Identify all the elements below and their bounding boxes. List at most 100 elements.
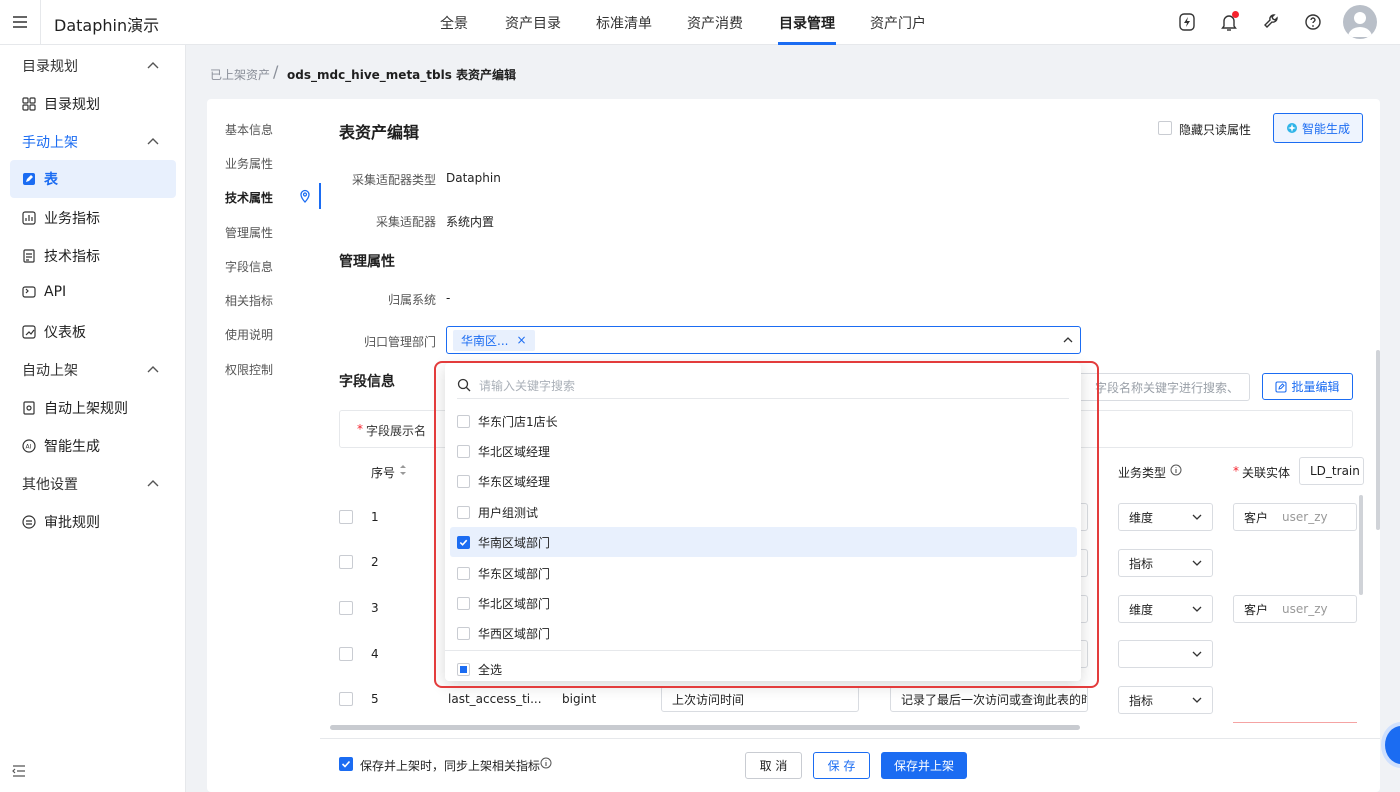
breadcrumb-separator: / bbox=[273, 62, 279, 81]
sidebar-group-auto-publish[interactable]: 自动上架 bbox=[22, 360, 78, 380]
required-mark: * bbox=[357, 422, 363, 436]
help-icon[interactable] bbox=[1304, 12, 1322, 32]
sparkle-icon bbox=[1286, 123, 1297, 133]
nav-tab-asset-portal[interactable]: 资产门户 bbox=[870, 13, 926, 33]
biz-type-select[interactable]: 指标 bbox=[1118, 686, 1213, 714]
vertical-scrollbar[interactable] bbox=[1376, 350, 1380, 530]
chevron-down-icon bbox=[1192, 651, 1202, 657]
row-seq: 5 bbox=[371, 692, 379, 706]
svg-text:AI: AI bbox=[26, 444, 32, 451]
field-desc-input[interactable]: 记录了最后一次访问或查询此表的时 bbox=[890, 686, 1088, 712]
row-seq: 2 bbox=[371, 555, 379, 569]
nav-tab-overview[interactable]: 全景 bbox=[440, 13, 468, 33]
sidebar-item-label: 业务指标 bbox=[44, 211, 100, 227]
nav-tab-standard-list[interactable]: 标准清单 bbox=[596, 13, 652, 33]
table-edit-icon bbox=[23, 173, 35, 185]
nav-tab-asset-consumption[interactable]: 资产消费 bbox=[687, 13, 743, 33]
entity-select[interactable]: LD_train bbox=[1299, 457, 1364, 485]
sidebar-item-label: 智能生成 bbox=[44, 439, 100, 455]
horizontal-scrollbar[interactable] bbox=[330, 725, 1080, 730]
cancel-button[interactable]: 取 消 bbox=[745, 752, 802, 779]
sidebar-item-catalog-planning[interactable]: 目录规划 bbox=[22, 94, 100, 114]
system-value: - bbox=[446, 291, 451, 305]
menu-icon[interactable] bbox=[12, 14, 28, 30]
ai-icon: AI bbox=[22, 439, 36, 453]
adapter-type-label: 采集适配器类型 bbox=[351, 173, 436, 187]
row-checkbox[interactable] bbox=[339, 510, 353, 524]
table-vertical-scrollbar[interactable] bbox=[1359, 495, 1363, 595]
sidebar-item-auto-publish-rule[interactable]: 自动上架规则 bbox=[22, 398, 128, 418]
sidebar-item-smart-generate[interactable]: AI 智能生成 bbox=[22, 436, 100, 456]
tech-metric-icon bbox=[23, 249, 35, 263]
anchor-mgmt-attr[interactable]: 管理属性 bbox=[225, 224, 273, 241]
user-avatar[interactable] bbox=[1343, 5, 1377, 39]
sidebar-item-label: API bbox=[44, 284, 67, 300]
sort-icon[interactable] bbox=[399, 463, 407, 477]
entity-cell[interactable]: 客户 user_zy bbox=[1233, 595, 1357, 623]
sync-metrics-label: 保存并上架时，同步上架相关指标 bbox=[360, 759, 541, 773]
sidebar-group-manual-publish[interactable]: 手动上架 bbox=[22, 132, 78, 152]
anchor-related-metrics[interactable]: 相关指标 bbox=[225, 292, 273, 309]
smart-generate-button[interactable]: 智能生成 bbox=[1273, 113, 1363, 143]
biz-type-select[interactable]: 维度 bbox=[1118, 595, 1213, 623]
sidebar-item-table[interactable]: 表 bbox=[10, 160, 176, 198]
sidebar-item-approval-rule[interactable]: 审批规则 bbox=[22, 512, 100, 532]
biz-type-select[interactable]: 维度 bbox=[1118, 503, 1213, 531]
assistant-float-icon[interactable] bbox=[1381, 722, 1400, 768]
app-name: Dataphin演示 bbox=[54, 16, 160, 35]
sidebar bbox=[0, 45, 186, 792]
batch-edit-label: 批量编辑 bbox=[1291, 380, 1340, 394]
sync-metrics-checkbox[interactable] bbox=[339, 757, 353, 771]
chevron-up-icon[interactable] bbox=[146, 364, 160, 374]
anchor-usage-notes[interactable]: 使用说明 bbox=[225, 326, 273, 343]
field-display-input[interactable]: 上次访问时间 bbox=[661, 686, 859, 712]
lightning-icon[interactable] bbox=[1178, 12, 1196, 32]
save-button[interactable]: 保 存 bbox=[813, 752, 870, 779]
chevron-down-icon bbox=[1192, 697, 1202, 703]
biz-type-select[interactable] bbox=[1118, 640, 1213, 668]
chevron-up-icon[interactable] bbox=[146, 136, 160, 146]
entity-tag: 客户 bbox=[1244, 510, 1269, 525]
row-checkbox[interactable] bbox=[339, 601, 353, 615]
save-publish-button[interactable]: 保存并上架 bbox=[881, 752, 967, 779]
anchor-permission[interactable]: 权限控制 bbox=[225, 361, 273, 378]
wrench-icon[interactable] bbox=[1262, 12, 1280, 32]
sidebar-item-label: 表 bbox=[44, 172, 58, 188]
anchor-business-attr[interactable]: 业务属性 bbox=[225, 155, 273, 172]
anchor-tech-attr[interactable]: 技术属性 bbox=[225, 189, 273, 206]
tag-close-icon[interactable]: × bbox=[516, 333, 526, 347]
anchor-field-info[interactable]: 字段信息 bbox=[225, 258, 273, 275]
sidebar-group-catalog-planning[interactable]: 目录规划 bbox=[22, 56, 78, 76]
sidebar-item-dashboard[interactable]: 仪表板 bbox=[22, 322, 86, 342]
notification-dot bbox=[1232, 11, 1239, 18]
sidebar-item-tech-metric[interactable]: 技术指标 bbox=[22, 246, 100, 266]
dept-multiselect[interactable]: 华南区... × bbox=[446, 326, 1081, 354]
sidebar-group-other-settings[interactable]: 其他设置 bbox=[22, 474, 78, 494]
nav-tab-asset-catalog[interactable]: 资产目录 bbox=[505, 13, 561, 33]
entity-cell[interactable]: 客户 user_zy bbox=[1233, 503, 1357, 531]
sidebar-item-label: 审批规则 bbox=[44, 515, 100, 531]
chevron-up-icon[interactable] bbox=[146, 60, 160, 70]
collapse-sidebar-icon[interactable] bbox=[12, 764, 26, 778]
col-biz-type: 业务类型 bbox=[1118, 466, 1167, 480]
chevron-up-icon bbox=[1063, 337, 1073, 343]
col-seq: 序号 bbox=[371, 466, 396, 480]
anchor-basic-info[interactable]: 基本信息 bbox=[225, 121, 273, 138]
batch-edit-button[interactable]: 批量编辑 bbox=[1262, 373, 1353, 400]
chevron-up-icon[interactable] bbox=[146, 478, 160, 488]
hide-readonly-checkbox[interactable] bbox=[1158, 121, 1172, 135]
row-checkbox[interactable] bbox=[339, 692, 353, 706]
breadcrumb-current: ods_mdc_hive_meta_tbls 表资产编辑 bbox=[287, 68, 517, 82]
row-checkbox[interactable] bbox=[339, 647, 353, 661]
biz-type-select[interactable]: 指标 bbox=[1118, 549, 1213, 577]
breadcrumb-parent[interactable]: 已上架资产 bbox=[210, 66, 270, 83]
nav-tab-catalog-management[interactable]: 目录管理 bbox=[779, 13, 835, 33]
grid-icon bbox=[22, 97, 36, 111]
row-checkbox[interactable] bbox=[339, 555, 353, 569]
sidebar-item-business-metric[interactable]: 业务指标 bbox=[22, 208, 100, 228]
sidebar-item-label: 技术指标 bbox=[44, 249, 100, 265]
sidebar-item-api[interactable]: API bbox=[22, 284, 66, 300]
mgmt-section-title: 管理属性 bbox=[339, 254, 395, 270]
edit-icon bbox=[1275, 380, 1288, 393]
info-icon bbox=[540, 757, 552, 769]
